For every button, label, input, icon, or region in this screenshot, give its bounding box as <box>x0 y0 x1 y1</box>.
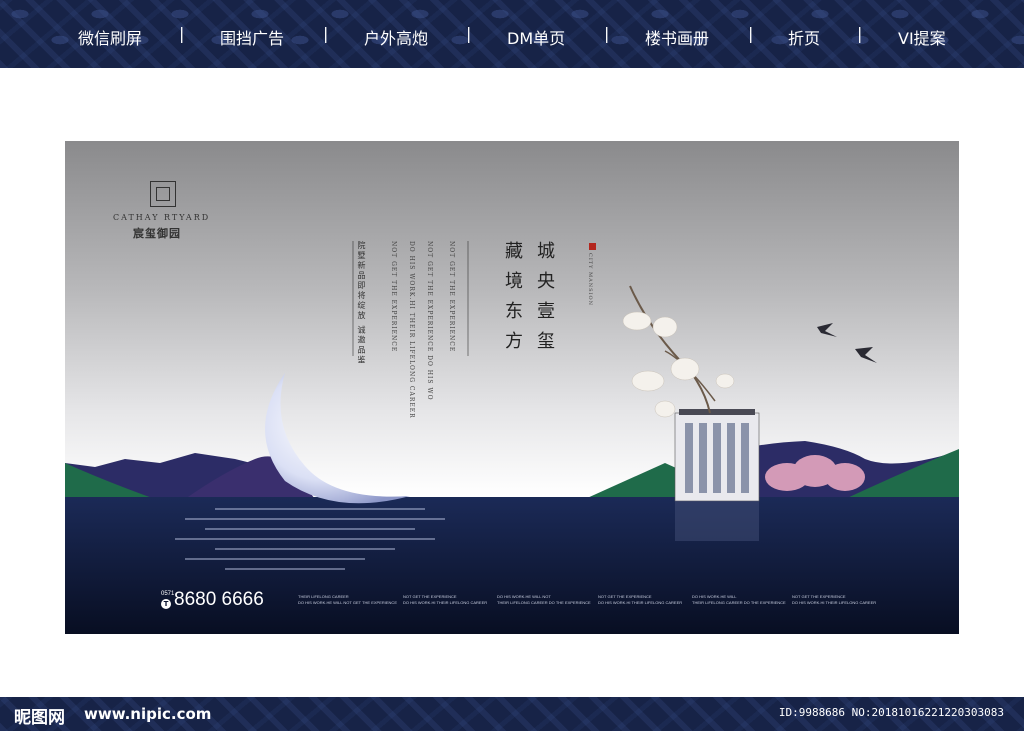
vertical-en-4: NOT GET THE EXPERIENCE <box>448 241 455 353</box>
nav-item-fold[interactable]: 折页 <box>788 25 820 49</box>
brand-name-en: CATHAY RTYARD <box>113 213 211 222</box>
nav-item-billboard[interactable]: 户外高炮 <box>364 25 428 49</box>
headline-left: 藏境东方 <box>502 241 523 361</box>
nav-separator: | <box>323 24 329 43</box>
nav-item-hoarding[interactable]: 围挡广告 <box>220 25 284 49</box>
site-url[interactable]: www.nipic.com <box>84 705 211 723</box>
vertical-en-2: DO HIS WORK.HI THEIR LIFELONG CAREER <box>408 241 415 419</box>
headline-right: 城央壹玺 <box>534 241 555 361</box>
magnolia-branch <box>622 285 735 418</box>
vertical-en-3: NOT GET THE EXPERIENCE DO HIS WO <box>426 241 433 401</box>
nav-item-dm[interactable]: DM单页 <box>507 25 565 49</box>
footer-text-col: DO HIS WORK.HE WILL NOT THEIR LIFELONG CA… <box>497 594 591 605</box>
nav-separator: | <box>748 24 754 43</box>
footer-text-col: NOT GET THE EXPERIENCE DO HIS WORK.HI THE… <box>403 594 488 605</box>
brand-name-cn: 宸玺御园 <box>133 227 181 240</box>
nav-item-brochure[interactable]: 楼书画册 <box>645 25 709 49</box>
nav-separator: | <box>466 24 472 43</box>
swallows <box>817 323 877 363</box>
image-id-text: ID:9988686 NO:20181016221220303083 <box>778 706 1004 719</box>
nav-separator: | <box>604 24 610 43</box>
area-code: 0571 <box>161 591 175 597</box>
footer-text-col: NOT GET THE EXPERIENCE DO HIS WORK.HI THE… <box>792 594 877 605</box>
nav-separator: | <box>857 24 863 43</box>
nav-item-wechat[interactable]: 微信刷屏 <box>78 25 142 49</box>
nav-separator: | <box>179 24 185 43</box>
top-nav: 微信刷屏 | 围挡广告 | 户外高炮 | DM单页 | 楼书画册 | 折页 | … <box>0 0 1024 68</box>
building <box>674 409 760 541</box>
poster-image: CATHAY RTYARD 宸玺御园 院墅新品即将绽放 诚邀品鉴 NOT GET… <box>65 141 959 634</box>
water <box>65 497 959 634</box>
footer-text-col: THEIR LIFELONG CAREER DO HIS WORK.HE WILL… <box>298 594 397 605</box>
vertical-en-1: NOT GET THE EXPERIENCE <box>390 241 397 353</box>
phone-number: 8680 6666 <box>174 589 264 610</box>
footer-text-col: NOT GET THE EXPERIENCE DO HIS WORK.HI THE… <box>598 594 683 605</box>
seal-note: CITY MANSION <box>587 253 593 307</box>
nav-item-vi[interactable]: VI提案 <box>898 25 946 49</box>
phone-icon: T <box>161 599 171 609</box>
footer-text-col: DO HIS WORK.HE WILL THEIR LIFELONG CAREER… <box>692 594 786 605</box>
vertical-tagline: 院墅新品即将绽放 诚邀品鉴 <box>357 241 366 366</box>
seal-stamp <box>589 243 596 250</box>
brand-logo-icon <box>150 181 176 207</box>
site-logo[interactable]: 昵图网 <box>14 703 65 728</box>
